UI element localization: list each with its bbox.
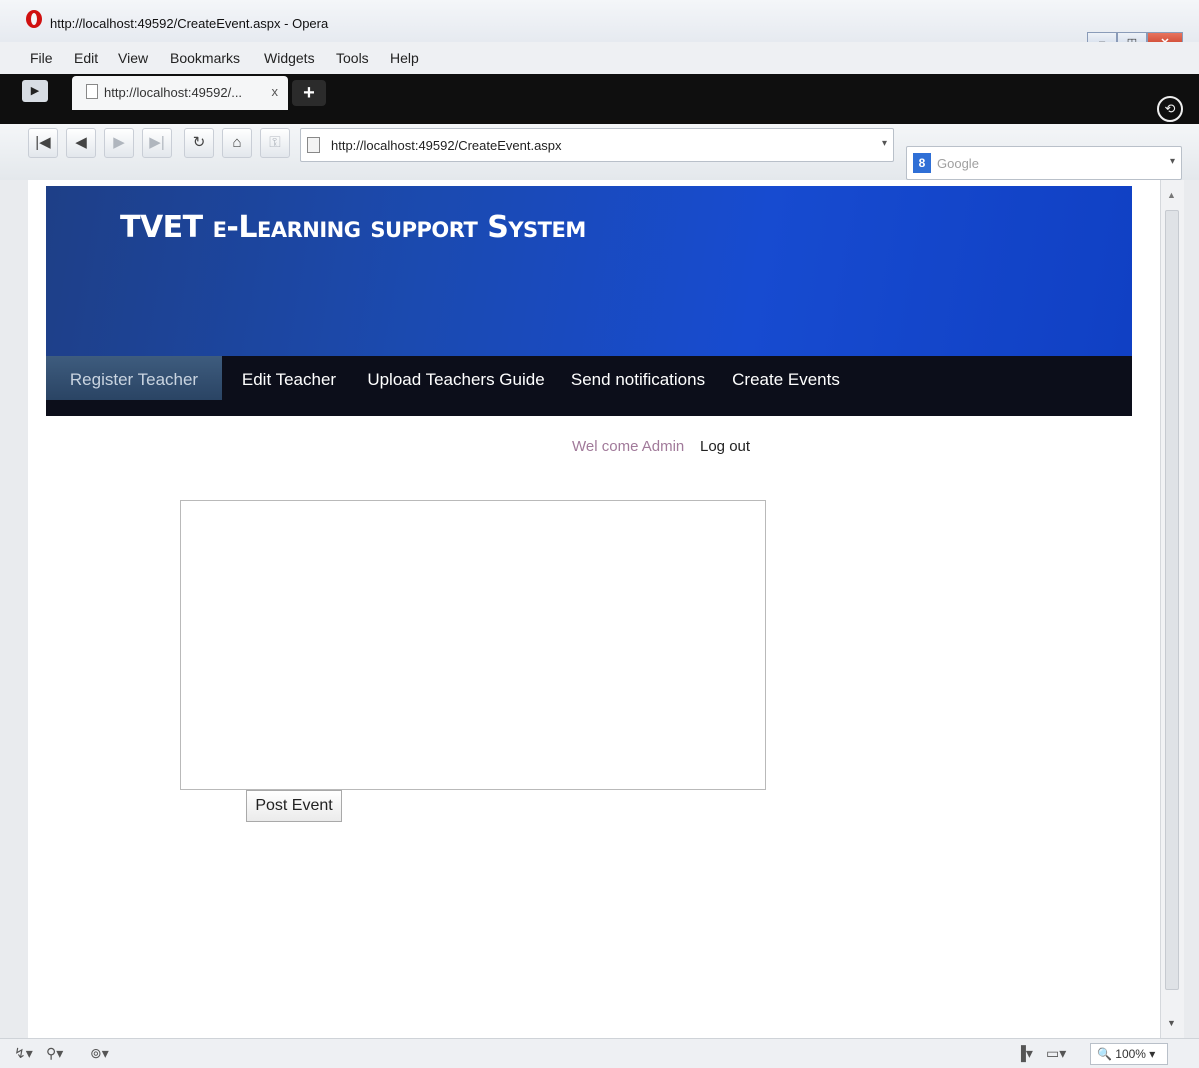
scroll-thumb[interactable] (1165, 210, 1179, 990)
site-title: TVET e-Learning support System (120, 210, 586, 245)
search-placeholder: Google (937, 156, 979, 171)
menu-edit-teacher[interactable]: Edit Teacher (222, 356, 356, 400)
welcome-text: Wel come Admin (572, 438, 685, 455)
event-textarea[interactable] (180, 500, 766, 790)
menu-file[interactable]: File (30, 50, 53, 66)
unite-icon[interactable]: ⚲▾ (46, 1045, 63, 1062)
menu-create-events[interactable]: Create Events (720, 356, 852, 400)
menu-widgets[interactable]: Widgets (264, 50, 315, 66)
menu-view[interactable]: View (118, 50, 148, 66)
scroll-up-icon[interactable]: ▲ (1167, 190, 1176, 200)
panel-icon[interactable]: ▐▾ (1016, 1045, 1033, 1062)
status-bar: ↯▾ ⚲▾ ⊚▾ ▐▾ ▭▾ 🔍 100% ▾ (0, 1038, 1199, 1068)
menu-bookmarks[interactable]: Bookmarks (170, 50, 240, 66)
site-menu: Register Teacher Edit Teacher Upload Tea… (46, 356, 1132, 416)
tab-bar: ▶ http://localhost:49592/... x + ⟲ (0, 74, 1199, 124)
window-title: http://localhost:49592/CreateEvent.aspx … (50, 16, 329, 31)
tab-active[interactable]: http://localhost:49592/... x (72, 76, 288, 110)
page-favicon-icon (86, 84, 98, 99)
opera-logo-icon (26, 10, 42, 28)
page-icon (307, 137, 320, 153)
vertical-scrollbar[interactable]: ▲ ▼ (1160, 180, 1184, 1038)
post-event-button[interactable]: Post Event (246, 790, 342, 822)
reload-icon[interactable]: ↻ (184, 128, 214, 158)
forward-icon[interactable]: ▶ (104, 128, 134, 158)
closed-tabs-icon[interactable]: ⟲ (1157, 96, 1183, 122)
home-icon[interactable]: ⌂ (222, 128, 252, 158)
transfer-icon[interactable]: ↯▾ (14, 1045, 33, 1062)
address-text[interactable]: http://localhost:49592/CreateEvent.aspx (331, 138, 562, 153)
menu-send-notifications[interactable]: Send notifications (556, 356, 720, 400)
search-engine-icon[interactable]: 8 (913, 153, 931, 173)
rewind-icon[interactable]: |◀ (28, 128, 58, 158)
zoom-control[interactable]: 🔍 100% ▾ (1090, 1043, 1168, 1065)
menu-register-teacher[interactable]: Register Teacher (46, 356, 222, 400)
window-titlebar: http://localhost:49592/CreateEvent.aspx … (0, 0, 1199, 42)
new-tab-button[interactable]: + (292, 80, 326, 106)
search-field[interactable]: 8 Google ▾ (906, 146, 1182, 180)
menu-upload-teachers-guide[interactable]: Upload Teachers Guide (356, 356, 556, 400)
address-dropdown-icon[interactable]: ▾ (882, 138, 887, 149)
view-icon[interactable]: ▭▾ (1046, 1045, 1066, 1062)
key-icon[interactable]: ⚿ (260, 128, 290, 158)
tab-title: http://localhost:49592/... (104, 85, 243, 100)
panel-toggle-icon[interactable]: ▶ (22, 80, 48, 102)
turbo-icon[interactable]: ⊚▾ (90, 1045, 109, 1062)
scroll-down-icon[interactable]: ▼ (1167, 1018, 1176, 1028)
address-bar[interactable]: http://localhost:49592/CreateEvent.aspx … (300, 128, 894, 162)
fast-forward-icon[interactable]: ▶| (142, 128, 172, 158)
menu-tools[interactable]: Tools (336, 50, 369, 66)
back-icon[interactable]: ◀ (66, 128, 96, 158)
menu-bar: File Edit View Bookmarks Widgets Tools H… (0, 42, 1199, 74)
search-dropdown-icon[interactable]: ▾ (1170, 156, 1175, 167)
navigation-toolbar: |◀ ◀ ▶ ▶| ↻ ⌂ ⚿ http://localhost:49592/C… (0, 124, 1199, 180)
tab-close-icon[interactable]: x (272, 84, 279, 99)
menu-edit[interactable]: Edit (74, 50, 98, 66)
menu-help[interactable]: Help (390, 50, 419, 66)
logout-link[interactable]: Log out (700, 438, 750, 455)
